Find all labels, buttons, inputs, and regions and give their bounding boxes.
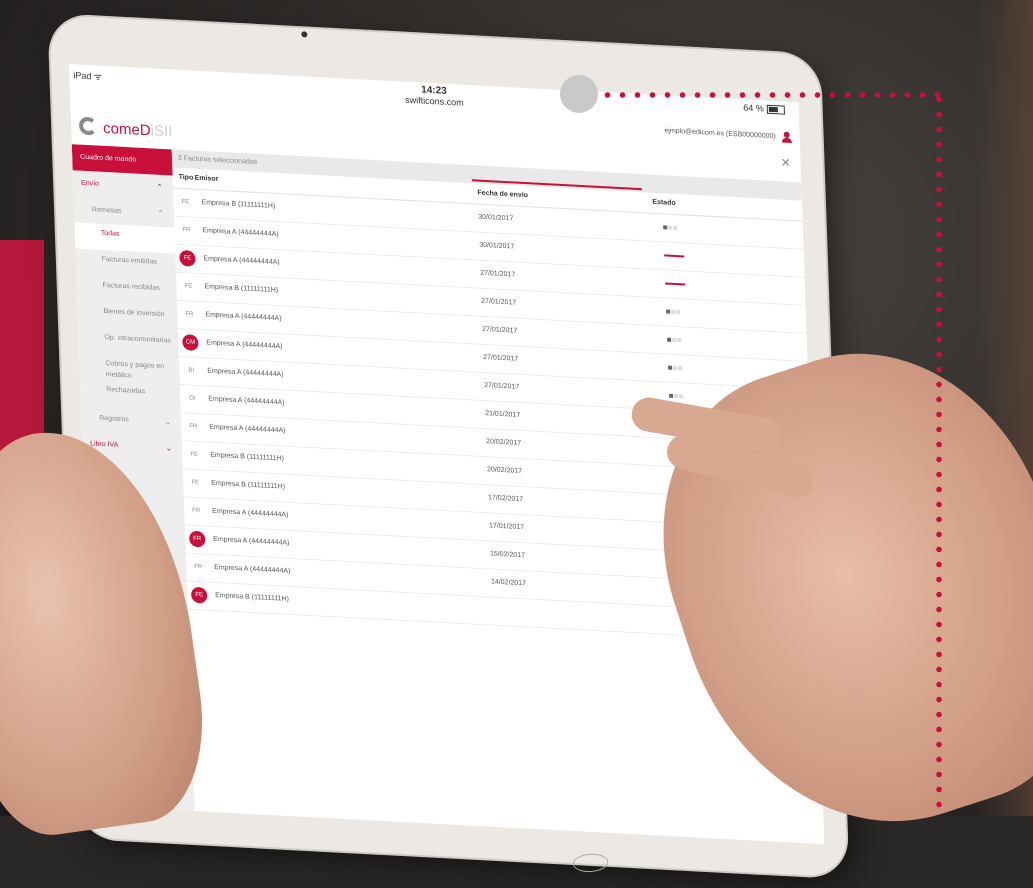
decorative-dotted-line-horizontal [600, 92, 942, 98]
sidebar-item-label: Op. intracomunitarias [104, 334, 172, 345]
emisor-cell: Empresa B (11111111H) [201, 199, 276, 210]
user-icon[interactable] [782, 131, 792, 144]
logo-text-main: comeD [102, 119, 151, 140]
column-header-tipo[interactable]: Tipo [179, 174, 194, 182]
sidebar-item-label: Cuadro de mando [80, 153, 137, 164]
status-indicator [668, 365, 683, 373]
battery-status: 64 % [743, 102, 785, 115]
sidebar-item-label: Registros [99, 414, 129, 424]
column-header-estado[interactable]: Estado [652, 199, 676, 207]
emisor-cell: Empresa A (44444444A) [207, 367, 284, 379]
chevron-up-icon: ⌃ [156, 182, 164, 193]
fecha-cell: 27/01/2017 [481, 297, 517, 307]
user-email: ejmplo@edicom.es (ESB00000000) [664, 127, 776, 141]
fecha-cell: 20/02/2017 [486, 438, 522, 448]
fecha-cell: 27/01/2017 [484, 382, 520, 391]
emisor-cell: Empresa A (44444444A) [209, 423, 286, 435]
tipo-badge: FE [179, 249, 196, 267]
decorative-grey-dot [560, 75, 598, 113]
status-indicator [666, 309, 681, 317]
tipo-badge: FE [184, 283, 193, 290]
sidebar-item-label: Remesas [91, 206, 122, 215]
sidebar-item-label: Envío [80, 179, 100, 188]
tipo-badge: FR [194, 563, 203, 571]
sidebar-item-label: Facturas emitidas [101, 255, 158, 266]
tipo-badge: FE [181, 199, 190, 206]
fecha-cell: 30/01/2017 [478, 213, 514, 223]
emisor-cell: Empresa A (44444444A) [212, 507, 289, 519]
status-indicator [663, 224, 678, 232]
fecha-cell: 27/01/2017 [483, 353, 519, 363]
emisor-cell: Empresa A (44444444A) [208, 395, 285, 407]
emisor-cell: Empresa B (11111111H) [215, 592, 290, 603]
decorative-dotted-line-vertical [936, 92, 942, 816]
status-indicator-rejected [665, 280, 686, 288]
fecha-cell: 17/01/2017 [488, 522, 525, 532]
emisor-cell: Empresa B (11111111H) [211, 479, 286, 491]
sidebar-item-label: Rechazadas [106, 386, 146, 396]
sidebar-item-label: Facturas recibidas [102, 281, 160, 292]
tipo-badge: FR [192, 507, 201, 515]
tipo-badge: BI [188, 367, 195, 374]
status-indicator-rejected [664, 252, 685, 260]
chevron-down-icon: ⌄ [165, 443, 173, 453]
tipo-badge: FE [190, 586, 208, 604]
tipo-badge: FE [191, 479, 200, 487]
emisor-cell: Empresa B (11111111H) [210, 451, 285, 463]
status-indicator [667, 337, 682, 345]
tipo-badge: FR [189, 423, 198, 430]
sidebar-item-label: Todas [100, 229, 120, 238]
emisor-cell: Empresa A (44444444A) [203, 255, 280, 267]
emisor-cell: Empresa A (44444444A) [214, 563, 291, 575]
selection-count: 3 Facturas seleccionadas [177, 154, 258, 166]
tipo-badge: FR [188, 530, 206, 548]
close-icon[interactable]: ✕ [780, 155, 791, 170]
tipo-badge: FR [185, 311, 194, 318]
sidebar-item-label: Cobros y pagos en metálico [105, 360, 165, 380]
tipo-badge: FR [182, 227, 191, 234]
battery-icon [766, 104, 785, 115]
tipo-badge: FE [190, 451, 199, 459]
tipo-badge: CM [182, 334, 199, 352]
column-header-fecha[interactable]: Fecha de envío [477, 190, 528, 200]
chevron-up-icon: ⌃ [157, 208, 165, 219]
emisor-cell: Empresa A (44444444A) [213, 535, 290, 547]
fecha-cell: 20/02/2017 [486, 466, 523, 476]
fecha-cell: 30/01/2017 [479, 241, 515, 251]
chevron-down-icon: ⌄ [164, 417, 172, 427]
sidebar-item-label: Bienes de inversión [103, 307, 165, 319]
battery-label: 64 % [743, 102, 764, 114]
app-logo: comeDiSII [103, 120, 173, 141]
emisor-cell: Empresa A (44444444A) [206, 339, 283, 351]
tipo-badge: OI [189, 395, 196, 402]
emisor-cell: Empresa A (44444444A) [202, 227, 279, 239]
logo-text-suffix: iSII [150, 122, 173, 141]
fecha-cell: 21/01/2017 [485, 410, 521, 419]
logo-icon [78, 116, 98, 136]
column-header-emisor[interactable]: Emisor [195, 175, 219, 183]
fecha-cell: 27/01/2017 [482, 325, 518, 335]
fecha-cell: 14/02/2017 [490, 578, 527, 588]
fecha-cell: 17/02/2017 [487, 494, 524, 504]
emisor-cell: Empresa B (11111111H) [204, 283, 279, 295]
fecha-cell: 27/01/2017 [480, 269, 516, 279]
camera-icon [301, 31, 308, 38]
status-indicator [669, 393, 684, 401]
fecha-cell: 15/02/2017 [489, 550, 526, 560]
emisor-cell: Empresa A (44444444A) [205, 311, 282, 323]
